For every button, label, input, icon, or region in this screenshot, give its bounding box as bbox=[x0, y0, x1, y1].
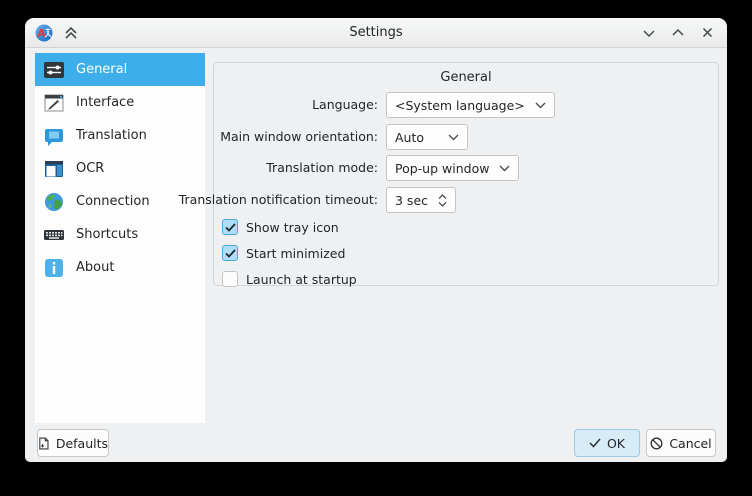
translation-mode-combobox[interactable]: Pop-up window bbox=[386, 155, 519, 181]
check-icon bbox=[225, 249, 236, 258]
check-icon bbox=[589, 438, 601, 448]
chevron-down-icon bbox=[535, 102, 546, 109]
launch-at-startup-checkbox[interactable]: Launch at startup bbox=[222, 269, 357, 289]
ok-button[interactable]: OK bbox=[574, 429, 640, 457]
combobox-value: Pop-up window bbox=[395, 161, 489, 176]
orientation-row: Main window orientation: Auto bbox=[214, 124, 718, 150]
speech-bubble-icon bbox=[43, 125, 65, 147]
sidebar-item-label: Interface bbox=[76, 95, 134, 110]
spin-down-icon[interactable] bbox=[438, 201, 447, 207]
sidebar-item-translation[interactable]: Translation bbox=[35, 119, 205, 152]
checkbox-indicator bbox=[222, 245, 238, 261]
translation-mode-label: Translation mode: bbox=[266, 155, 378, 181]
ok-button-label: OK bbox=[607, 436, 625, 451]
sidebar-item-label: OCR bbox=[76, 161, 104, 176]
sidebar-item-label: About bbox=[76, 260, 114, 275]
sidebar-item-label: Translation bbox=[76, 128, 147, 143]
screenshot-stage: A Settings bbox=[0, 0, 752, 496]
chevron-up-icon bbox=[671, 26, 685, 40]
spinbox-value: 3 sec bbox=[395, 193, 428, 208]
timeout-label: Translation notification timeout: bbox=[179, 187, 378, 213]
settings-category-list: General Interface bbox=[35, 53, 205, 423]
orientation-label: Main window orientation: bbox=[220, 124, 378, 150]
check-icon bbox=[225, 223, 236, 232]
checkbox-indicator bbox=[222, 219, 238, 235]
cancel-button[interactable]: Cancel bbox=[646, 429, 716, 457]
document-revert-icon bbox=[38, 436, 50, 451]
close-button[interactable] bbox=[699, 25, 715, 41]
screen-capture-icon bbox=[43, 158, 65, 180]
language-combobox[interactable]: <System language> bbox=[386, 92, 555, 118]
combobox-value: Auto bbox=[395, 130, 424, 145]
close-x-icon bbox=[701, 26, 714, 39]
window-edit-icon bbox=[43, 92, 65, 114]
checkbox-label: Start minimized bbox=[246, 246, 345, 261]
sidebar-item-ocr[interactable]: OCR bbox=[35, 152, 205, 185]
sidebar-item-general[interactable]: General bbox=[35, 53, 205, 86]
defaults-button[interactable]: Defaults bbox=[37, 429, 109, 457]
start-minimized-checkbox[interactable]: Start minimized bbox=[222, 243, 345, 263]
checkbox-indicator bbox=[222, 271, 238, 287]
cancel-button-label: Cancel bbox=[669, 436, 711, 451]
sidebar-item-about[interactable]: About bbox=[35, 251, 205, 284]
timeout-row: Translation notification timeout: 3 sec bbox=[214, 187, 718, 213]
chevron-down-icon bbox=[448, 134, 459, 141]
sidebar-item-label: Connection bbox=[76, 194, 150, 209]
maximize-button[interactable] bbox=[670, 25, 686, 41]
chevron-down-icon bbox=[642, 26, 656, 40]
spin-up-icon[interactable] bbox=[438, 194, 447, 200]
orientation-combobox[interactable]: Auto bbox=[386, 124, 468, 150]
timeout-spinbox[interactable]: 3 sec bbox=[386, 187, 456, 213]
info-icon bbox=[43, 257, 65, 279]
minimize-button[interactable] bbox=[641, 25, 657, 41]
show-tray-icon-checkbox[interactable]: Show tray icon bbox=[222, 217, 339, 237]
settings-dialog: A Settings bbox=[25, 18, 727, 462]
sidebar-item-label: Shortcuts bbox=[76, 227, 138, 242]
sidebar-item-label: General bbox=[76, 62, 127, 77]
language-label: Language: bbox=[312, 92, 378, 118]
sidebar-item-shortcuts[interactable]: Shortcuts bbox=[35, 218, 205, 251]
groupbox-title: General bbox=[214, 70, 718, 85]
titlebar[interactable]: A Settings bbox=[25, 18, 727, 48]
general-groupbox: General Language: <System language> Main… bbox=[213, 62, 719, 286]
sidebar-item-interface[interactable]: Interface bbox=[35, 86, 205, 119]
keyboard-icon bbox=[43, 224, 65, 246]
language-row: Language: <System language> bbox=[214, 92, 718, 118]
chevron-down-icon bbox=[499, 165, 510, 172]
defaults-button-label: Defaults bbox=[56, 436, 108, 451]
combobox-value: <System language> bbox=[395, 98, 525, 113]
checkbox-label: Launch at startup bbox=[246, 272, 357, 287]
translation-mode-row: Translation mode: Pop-up window bbox=[214, 155, 718, 181]
cancel-slash-circle-icon bbox=[650, 437, 663, 450]
checkbox-label: Show tray icon bbox=[246, 220, 339, 235]
window-title: Settings bbox=[25, 18, 727, 47]
globe-icon bbox=[43, 191, 65, 213]
sliders-icon bbox=[43, 59, 65, 81]
